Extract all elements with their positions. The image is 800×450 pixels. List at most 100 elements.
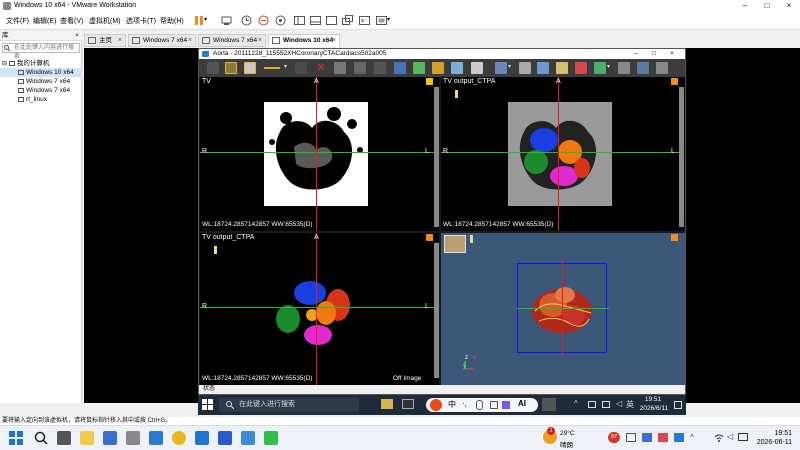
tray-display-icon[interactable] bbox=[602, 401, 610, 408]
menu-view[interactable]: 查看(V) bbox=[60, 16, 83, 26]
tray-app-icon[interactable] bbox=[658, 433, 668, 442]
pan-tool-icon[interactable] bbox=[334, 62, 346, 74]
app-icon-blue[interactable] bbox=[241, 431, 255, 445]
viewer-pane-tv-output-bottom[interactable]: TV output_CTPA A R L WL:18724.2857142857… bbox=[200, 233, 439, 385]
ime-skin-icon[interactable] bbox=[502, 401, 510, 409]
show-library-icon[interactable] bbox=[293, 14, 306, 27]
host-clock-time[interactable]: 19:51 bbox=[752, 430, 792, 437]
tree-item-windows-10[interactable]: Windows 10 x64 bbox=[0, 68, 82, 77]
ime-logo-icon[interactable] bbox=[430, 399, 442, 411]
task-view-icon[interactable] bbox=[57, 431, 71, 445]
battery-icon[interactable] bbox=[738, 433, 748, 441]
pane-menu-icon[interactable] bbox=[671, 78, 678, 85]
app-icon-store[interactable] bbox=[103, 431, 117, 445]
tray-chevron-icon[interactable]: ^ bbox=[690, 433, 694, 442]
app-icon-gallery[interactable] bbox=[126, 431, 140, 445]
search-icon[interactable] bbox=[34, 431, 48, 445]
chrome-icon[interactable] bbox=[172, 431, 186, 445]
tab-home[interactable]: 主页 × bbox=[84, 34, 126, 47]
tab-windows-10[interactable]: Windows 10 x64 × bbox=[268, 34, 340, 47]
pane-menu-icon[interactable] bbox=[426, 234, 433, 241]
layout-dropdown-arrow-icon[interactable]: ▾ bbox=[508, 63, 511, 70]
line-tool-icon[interactable] bbox=[263, 62, 280, 74]
file-explorer-icon[interactable] bbox=[381, 399, 393, 409]
vmware-app-icon[interactable] bbox=[195, 431, 209, 445]
app-minimize-button[interactable]: – bbox=[627, 49, 645, 59]
guest-app-icon[interactable] bbox=[542, 398, 556, 411]
pane-scrollbar[interactable] bbox=[434, 87, 439, 227]
notification-count-badge[interactable]: 97 bbox=[608, 432, 620, 443]
ime-chinese-mode[interactable]: 中 bbox=[448, 399, 456, 410]
windows-start-icon[interactable] bbox=[202, 399, 214, 411]
pen-tool-icon[interactable] bbox=[244, 62, 256, 74]
tree-item-windows-7-b[interactable]: Windows 7 x64 bbox=[0, 86, 82, 95]
tray-app-icon[interactable] bbox=[674, 433, 684, 442]
guest-clock-date[interactable]: 2026/6/11 bbox=[634, 405, 674, 412]
wechat-icon[interactable] bbox=[264, 431, 278, 445]
pane-scrollbar[interactable] bbox=[679, 87, 684, 227]
tray-network-icon[interactable] bbox=[588, 401, 596, 408]
menu-tabs[interactable]: 选项卡(T) bbox=[126, 16, 156, 26]
dropdown-arrow-icon[interactable]: ▾ bbox=[204, 14, 217, 27]
tree-item-my-computer[interactable]: ⊟ 我的计算机 bbox=[0, 59, 82, 68]
wifi-icon[interactable] bbox=[714, 433, 724, 442]
tree-item-rt-linux[interactable]: rt_linux bbox=[0, 95, 82, 104]
close-button[interactable]: × bbox=[778, 0, 800, 12]
windows-start-icon[interactable] bbox=[9, 431, 23, 445]
app-close-button[interactable]: × bbox=[663, 49, 681, 59]
record-icon[interactable] bbox=[575, 62, 587, 74]
layers-icon[interactable] bbox=[394, 62, 406, 74]
brush-tool-icon[interactable] bbox=[374, 62, 386, 74]
viewer-pane-3d[interactable]: z x y bbox=[441, 233, 685, 385]
view-dropdown-arrow-icon[interactable]: ▾ bbox=[387, 14, 400, 27]
link-tool-icon[interactable] bbox=[354, 62, 366, 74]
weather-temp[interactable]: 29°C bbox=[560, 430, 575, 437]
console-view-icon[interactable] bbox=[358, 14, 371, 27]
tray-volume-icon[interactable]: ◁ bbox=[616, 399, 622, 408]
line-dropdown-arrow-icon[interactable]: ▾ bbox=[284, 63, 287, 70]
crosshair-tool-icon[interactable] bbox=[225, 62, 237, 74]
select-tool-icon[interactable] bbox=[207, 62, 219, 74]
tab-close-icon[interactable]: × bbox=[188, 35, 192, 46]
tree-item-windows-7-a[interactable]: Windows 7 x64 bbox=[0, 77, 82, 86]
grid-tool-icon[interactable] bbox=[295, 62, 307, 74]
export-icon[interactable] bbox=[537, 62, 549, 74]
color-map-icon[interactable] bbox=[413, 62, 425, 74]
monitor-icon[interactable] bbox=[637, 62, 649, 74]
thumbnail-bar-icon[interactable] bbox=[309, 14, 322, 27]
settings-icon[interactable] bbox=[618, 62, 630, 74]
tray-app-icon[interactable] bbox=[642, 433, 652, 442]
tab-close-icon[interactable]: × bbox=[258, 35, 262, 46]
tab-windows-7-b[interactable]: Windows 7 x64 × bbox=[198, 34, 266, 47]
layout-icon[interactable] bbox=[495, 62, 507, 74]
folder-icon[interactable] bbox=[556, 62, 568, 74]
pane-scrollbar[interactable] bbox=[434, 243, 439, 378]
ime-language-indicator[interactable]: 英 bbox=[626, 399, 634, 410]
library-search-input[interactable]: 在此处键入内容进行搜索 bbox=[2, 43, 80, 60]
file-explorer-icon[interactable] bbox=[80, 431, 94, 445]
full-screen-icon[interactable] bbox=[325, 14, 338, 27]
plugin-icon[interactable] bbox=[594, 62, 606, 74]
host-clock-date[interactable]: 2026-06-11 bbox=[752, 439, 792, 446]
viewer-pane-tv[interactable]: TV A R L WL:18724.2857142857 WW:65535(D) bbox=[200, 77, 439, 231]
viewer-pane-tv-output-top[interactable]: TV output_CTPA A R L WL:18724.2857142857… bbox=[441, 77, 685, 231]
maximize-button[interactable]: □ bbox=[756, 0, 778, 12]
pane-menu-icon[interactable] bbox=[671, 234, 678, 241]
menu-vm[interactable]: 虚拟机(M) bbox=[89, 16, 121, 26]
menu-edit[interactable]: 编辑(E) bbox=[33, 16, 56, 26]
minimize-button[interactable]: – bbox=[734, 0, 756, 12]
volume-icon[interactable]: ◁ bbox=[727, 432, 733, 441]
tray-app-icon[interactable] bbox=[626, 433, 636, 442]
library-close-button[interactable]: × bbox=[75, 31, 79, 41]
ime-keyboard-icon[interactable] bbox=[490, 401, 498, 409]
terminal-icon[interactable] bbox=[402, 399, 414, 409]
unity-icon[interactable] bbox=[341, 14, 354, 27]
app-maximize-button[interactable]: □ bbox=[645, 49, 663, 59]
guest-clock-time[interactable]: 19:51 bbox=[638, 396, 668, 403]
snapshot-icon[interactable] bbox=[240, 14, 253, 27]
send-ctrl-alt-del-icon[interactable] bbox=[220, 14, 233, 27]
tab-close-icon[interactable]: × bbox=[118, 35, 122, 46]
notification-icon[interactable] bbox=[674, 401, 682, 409]
thumbnail-icon[interactable] bbox=[444, 235, 466, 253]
display-icon[interactable] bbox=[656, 62, 668, 74]
